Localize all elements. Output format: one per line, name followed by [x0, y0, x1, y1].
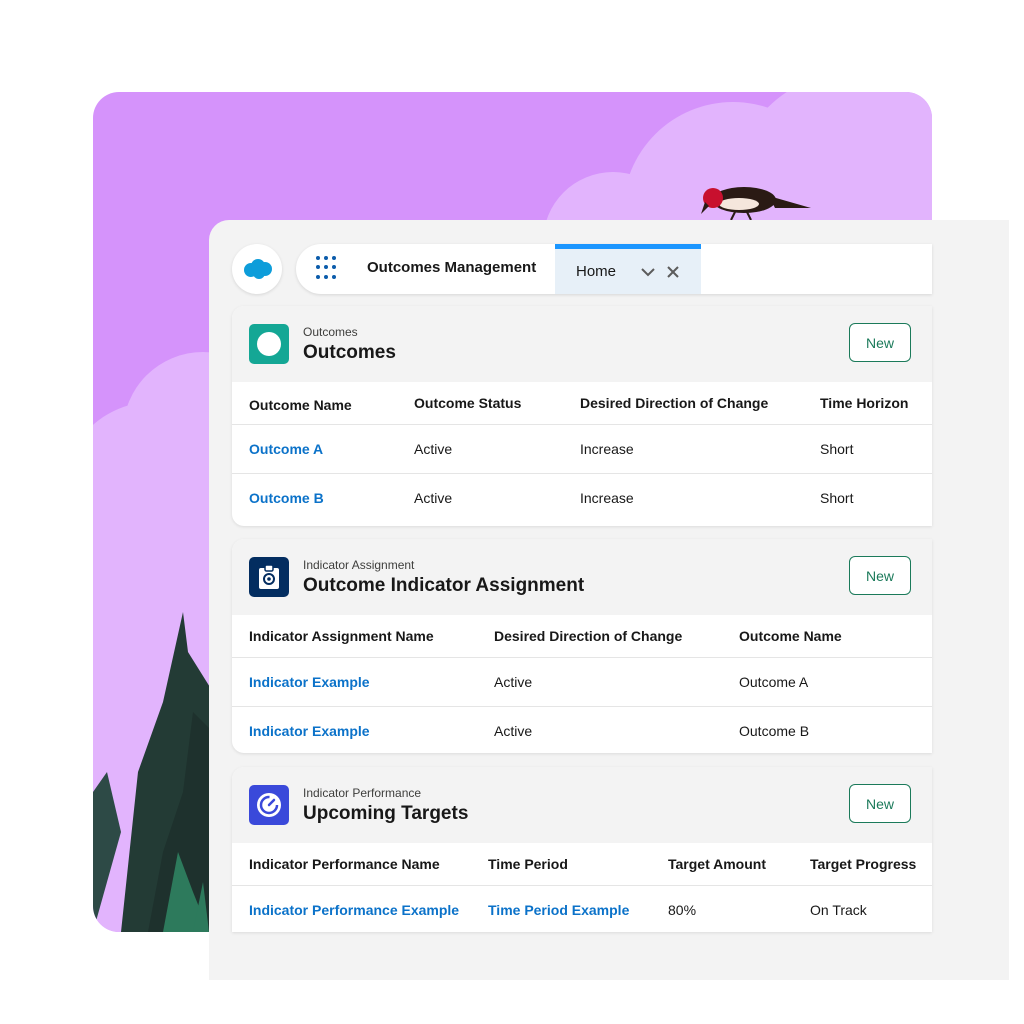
new-target-button[interactable]: New [849, 784, 911, 823]
column-header[interactable]: Outcome Name [249, 397, 352, 413]
upcoming-targets-card: Indicator Performance Upcoming Targets N… [232, 767, 932, 932]
salesforce-logo[interactable] [232, 244, 282, 294]
card-header: Indicator Performance Upcoming Targets N… [232, 767, 932, 843]
new-assignment-button[interactable]: New [849, 556, 911, 595]
table-cell: Increase [580, 490, 634, 506]
card-eyebrow: Indicator Assignment [303, 558, 415, 572]
tab-home[interactable]: Home [555, 244, 701, 294]
outcomes-icon [249, 324, 289, 364]
card-header: Indicator Assignment Outcome Indicator A… [232, 539, 932, 615]
table-header: Indicator Performance Name Time Period T… [232, 843, 932, 885]
new-outcome-button[interactable]: New [849, 323, 911, 362]
column-header[interactable]: Outcome Status [414, 395, 521, 411]
tab-home-label: Home [576, 263, 617, 280]
table-cell: On Track [810, 902, 867, 918]
table-cell: 80% [668, 902, 697, 918]
app-launcher-icon[interactable] [316, 256, 340, 280]
indicator-performance-icon [249, 785, 289, 825]
outcome-link[interactable]: Outcome B [249, 490, 324, 506]
close-icon[interactable] [666, 265, 680, 279]
circle-icon [257, 332, 281, 356]
card-title: Upcoming Targets [303, 803, 469, 824]
card-eyebrow: Outcomes [303, 325, 358, 339]
table-row: Indicator Performance Example Time Perio… [232, 885, 932, 932]
table-row: Indicator Example Active Outcome B [232, 706, 932, 753]
indicator-assignment-icon [249, 557, 289, 597]
table-cell: Active [414, 441, 453, 457]
column-header[interactable]: Target Amount [668, 856, 766, 872]
column-header[interactable]: Outcome Name [739, 628, 842, 644]
column-header[interactable]: Desired Direction of Change [494, 628, 682, 644]
indicator-performance-link[interactable]: Indicator Performance Example [249, 902, 459, 918]
column-header[interactable]: Indicator Assignment Name [249, 628, 434, 644]
chevron-down-icon[interactable] [641, 265, 655, 279]
table-cell: Outcome A [739, 674, 809, 690]
table-cell: Active [414, 490, 453, 506]
table-header: Indicator Assignment Name Desired Direct… [232, 615, 932, 657]
outcome-link[interactable]: Outcome A [249, 441, 323, 457]
card-eyebrow: Indicator Performance [303, 786, 422, 800]
column-header[interactable]: Target Progress [810, 856, 916, 872]
indicator-link[interactable]: Indicator Example [249, 723, 370, 739]
table-header: Outcome Name Outcome Status Desired Dire… [232, 382, 932, 424]
indicator-assignment-card: Indicator Assignment Outcome Indicator A… [232, 539, 932, 753]
table-row: Indicator Example Active Outcome A [232, 657, 932, 706]
table-cell: Short [820, 441, 854, 457]
outcomes-card: Outcomes Outcomes New Outcome Name Outco… [232, 306, 932, 526]
table-cell: Active [494, 674, 533, 690]
card-header: Outcomes Outcomes New [232, 306, 932, 382]
card-title: Outcome Indicator Assignment [303, 575, 585, 596]
app-name: Outcomes Management [367, 259, 537, 276]
column-header[interactable]: Indicator Performance Name [249, 856, 440, 872]
column-header[interactable]: Time Horizon [820, 395, 908, 411]
clipboard-icon [259, 564, 279, 589]
table-cell: Increase [580, 441, 634, 457]
column-header[interactable]: Desired Direction of Change [580, 395, 768, 411]
table-cell: Short [820, 490, 854, 506]
table-cell: Outcome B [739, 723, 810, 739]
table-row: Outcome B Active Increase Short [232, 473, 932, 522]
gauge-icon [257, 793, 281, 817]
time-period-link[interactable]: Time Period Example [488, 902, 629, 918]
card-title: Outcomes [303, 342, 396, 363]
table-row: Outcome A Active Increase Short [232, 424, 932, 473]
indicator-link[interactable]: Indicator Example [249, 674, 370, 690]
table-cell: Active [494, 723, 533, 739]
column-header[interactable]: Time Period [488, 856, 568, 872]
cloud-icon [244, 259, 272, 279]
